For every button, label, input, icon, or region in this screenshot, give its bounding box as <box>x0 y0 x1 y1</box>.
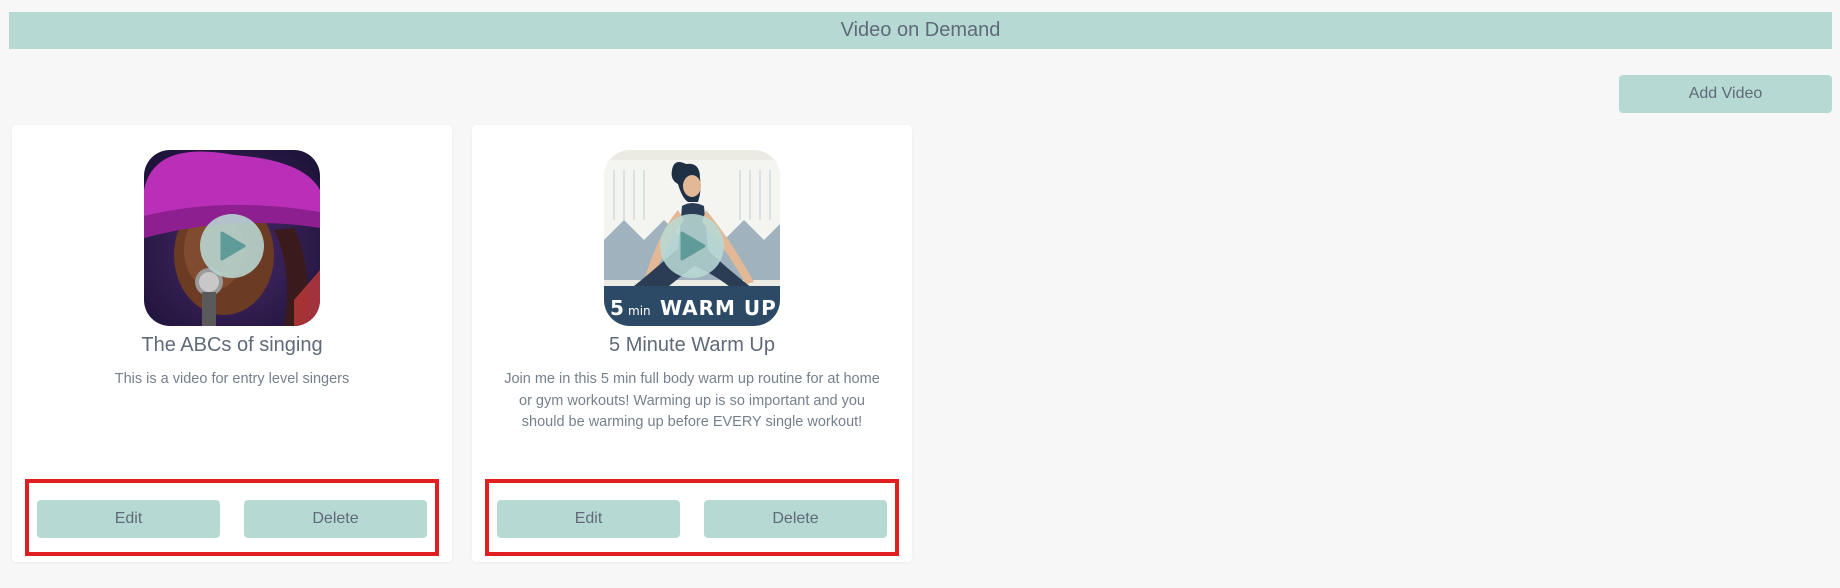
warmup-caption-unit: min <box>628 304 651 318</box>
delete-button-label: Delete <box>312 510 359 527</box>
delete-button[interactable]: Delete <box>704 500 887 538</box>
add-video-button-label: Add Video <box>1688 85 1763 102</box>
play-button[interactable] <box>200 214 264 278</box>
add-video-button[interactable]: Add Video <box>1619 75 1832 113</box>
edit-button-label: Edit <box>574 510 603 527</box>
video-title: 5 Minute Warm Up <box>609 334 775 356</box>
page-header: Video on Demand <box>9 12 1832 49</box>
video-on-demand-page: Video on Demand Add Video The ABCs of si… <box>0 0 1840 588</box>
yoga-warmup-thumbnail[interactable]: 5 min WARM UP <box>604 150 780 326</box>
video-title: The ABCs of singing <box>141 334 323 356</box>
page-title: Video on Demand <box>840 19 1001 41</box>
video-description: Join me in this 5 min full body warm up … <box>504 371 880 430</box>
play-icon <box>220 231 246 261</box>
delete-button[interactable]: Delete <box>244 500 427 538</box>
singer-thumbnail[interactable] <box>144 150 320 326</box>
edit-button[interactable]: Edit <box>497 500 680 538</box>
video-description: This is a video for entry level singers <box>114 371 350 387</box>
warmup-caption-text: WARM UP <box>660 296 777 320</box>
video-card: The ABCs of singing This is a video for … <box>12 125 452 562</box>
video-card: 5 min WARM UP 5 Minute Warm Up Join me i… <box>472 125 912 562</box>
delete-button-label: Delete <box>772 510 819 527</box>
warmup-caption-number: 5 <box>610 296 624 320</box>
edit-button[interactable]: Edit <box>37 500 220 538</box>
play-icon <box>680 231 706 261</box>
edit-button-label: Edit <box>114 510 143 527</box>
play-button[interactable] <box>660 214 724 278</box>
